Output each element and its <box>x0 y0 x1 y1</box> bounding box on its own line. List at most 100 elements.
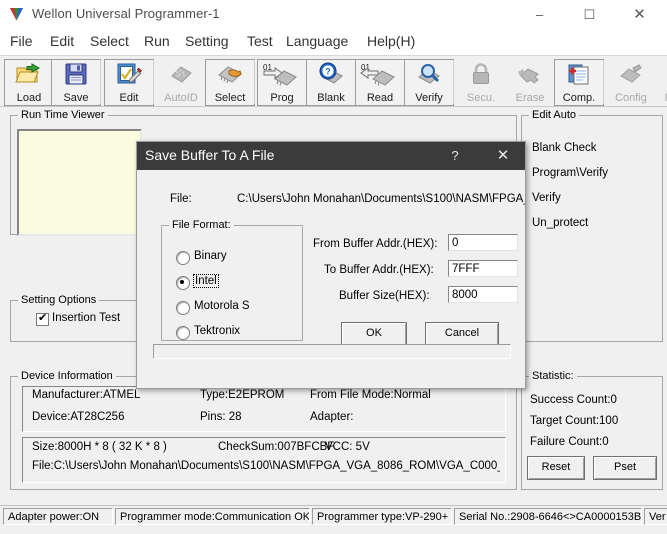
toolbar-button-save[interactable]: Save <box>51 59 101 106</box>
menu-item-select[interactable]: Select <box>88 33 131 49</box>
toolbar-button-blank[interactable]: ? Blank <box>306 59 356 106</box>
insertion-test-label: Insertion Test <box>52 312 121 324</box>
toolbar-button-clipped[interactable]: I <box>655 59 667 106</box>
toolbar-button-erase[interactable]: Erase <box>505 59 555 106</box>
file-format-title: File Format: <box>169 219 234 231</box>
toolbar-separator-4 <box>453 60 454 104</box>
edit-auto-group: Edit Auto Blank Check Program\Verify Ver… <box>521 109 663 342</box>
toolbar-button-prog[interactable]: 01 Prog <box>257 59 307 106</box>
menu-item-file[interactable]: File <box>8 33 35 49</box>
statistic-target-count: Target Count:100 <box>530 415 619 427</box>
wellon-logo-icon <box>9 7 24 22</box>
radio-label-intel[interactable]: Intel <box>193 274 219 288</box>
statistic-group: Statistic: Success Count:0 Target Count:… <box>521 370 663 490</box>
toolbar-label-config: Config <box>615 92 647 104</box>
toolbar-label-load: Load <box>16 92 42 104</box>
menu-bar: File Edit Select Run Setting Test Langua… <box>0 29 667 56</box>
device-information-title: Device Information <box>18 370 116 382</box>
edit-auto-item-program-verify[interactable]: Program\Verify <box>532 167 608 179</box>
dialog-file-value: C:\Users\John Monahan\Documents\S100\NAS… <box>237 193 525 205</box>
menu-item-help[interactable]: Help(H) <box>365 33 417 49</box>
from-buffer-addr-label: From Buffer Addr.(HEX): <box>313 238 438 250</box>
menu-item-language[interactable]: Language <box>284 33 350 49</box>
menu-item-setting[interactable]: Setting <box>183 33 231 49</box>
toolbar-label-verify: Verify <box>415 92 443 104</box>
device-file-path: File:C:\Users\John Monahan\Documents\S10… <box>32 460 500 472</box>
status-serial-no: Serial No.:2908-6646<>CA0000153B7FFF <box>454 508 642 525</box>
compare-documents-icon <box>555 62 603 88</box>
statistic-reset-button[interactable]: Reset <box>527 456 585 480</box>
status-version: Ver <box>644 508 667 525</box>
toolbar-button-verify[interactable]: Verify <box>404 59 454 106</box>
radio-label-binary[interactable]: Binary <box>194 250 227 262</box>
edit-auto-item-un-protect[interactable]: Un_protect <box>532 217 588 229</box>
to-buffer-addr-label: To Buffer Addr.(HEX): <box>324 264 434 276</box>
radio-binary[interactable] <box>176 251 190 265</box>
statistic-failure-count: Failure Count:0 <box>530 436 609 448</box>
edit-document-icon <box>105 62 153 88</box>
toolbar-label-save: Save <box>63 92 89 104</box>
statistic-success-count: Success Count:0 <box>530 394 617 406</box>
chip-erase-icon <box>506 62 554 88</box>
buffer-size-input[interactable]: 8000 <box>448 286 518 303</box>
chip-program-icon: 01 <box>258 62 306 88</box>
toolbar-label-read: Read <box>366 92 394 104</box>
device-manufacturer: Manufacturer:ATMEL <box>32 389 141 401</box>
toolbar-button-edit[interactable]: Edit <box>104 59 154 106</box>
toolbar-label-blank: Blank <box>317 92 345 104</box>
svg-text:?: ? <box>325 67 331 77</box>
to-buffer-addr-input[interactable]: 7FFF <box>448 260 518 277</box>
toolbar-button-secu[interactable]: Secu. <box>456 59 506 106</box>
edit-auto-title: Edit Auto <box>529 109 580 121</box>
chip-magnifier-icon <box>405 62 453 88</box>
device-name: Device:AT28C256 <box>32 411 125 423</box>
status-bar: Adapter power:ON Programmer mode:Communi… <box>0 505 667 527</box>
run-time-viewer-canvas[interactable] <box>17 129 142 236</box>
toolbar-label-select: Select <box>214 92 246 104</box>
maximize-button[interactable]: ☐ <box>567 0 612 29</box>
close-button[interactable]: ✕ <box>617 0 662 29</box>
toolbar-separator-5 <box>603 60 604 104</box>
run-time-viewer-title: Run Time Viewer <box>18 109 108 121</box>
statistic-reset-label: Reset <box>541 461 571 473</box>
radio-label-tektronix[interactable]: Tektronix <box>194 325 240 337</box>
help-icon[interactable]: ? <box>437 142 473 170</box>
statistic-title: Statistic: <box>529 370 577 382</box>
buffer-size-label: Buffer Size(HEX): <box>339 290 430 302</box>
device-pins: Pins: 28 <box>200 411 242 423</box>
toolbar-button-read[interactable]: 01 Read <box>355 59 405 106</box>
toolbar-label-clipped: I <box>664 92 667 104</box>
window-title: Wellon Universal Programmer-1 <box>32 6 220 21</box>
toolbar-separator-3 <box>254 60 255 104</box>
window-titlebar: Wellon Universal Programmer-1 – ☐ ✕ <box>0 0 667 30</box>
insertion-test-checkbox[interactable]: ✔ <box>36 312 49 326</box>
toolbar-button-comp[interactable]: Comp. <box>554 59 604 106</box>
dialog-progress-bar <box>153 344 511 359</box>
padlock-icon <box>457 62 505 88</box>
toolbar-label-erase: Erase <box>515 92 545 104</box>
toolbar-button-config[interactable]: Config <box>606 59 656 106</box>
toolbar-button-autoid[interactable]: AutoID <box>156 59 206 106</box>
toolbar-button-select[interactable]: Select <box>205 59 255 106</box>
radio-label-motorola-s[interactable]: Motorola S <box>194 300 250 312</box>
floppy-disk-icon <box>52 62 100 88</box>
close-icon[interactable]: ✕ <box>485 142 521 170</box>
toolbar: Load Save Edit AutoID Select 01 Prog ? B… <box>0 56 667 107</box>
device-vcc: VCC: 5V <box>325 441 370 453</box>
from-buffer-addr-input[interactable]: 0 <box>448 234 518 251</box>
radio-tektronix[interactable] <box>176 326 190 340</box>
edit-auto-item-blank-check[interactable]: Blank Check <box>532 142 597 154</box>
menu-item-edit[interactable]: Edit <box>48 33 76 49</box>
statistic-pset-button[interactable]: Pset <box>593 456 657 480</box>
dialog-file-label: File: <box>170 193 192 205</box>
menu-item-run[interactable]: Run <box>142 33 172 49</box>
statistic-pset-label: Pset <box>613 461 636 473</box>
menu-item-test[interactable]: Test <box>245 33 275 49</box>
device-type: Type:E2EPROM <box>200 389 285 401</box>
minimize-button[interactable]: – <box>517 0 562 29</box>
edit-auto-item-verify[interactable]: Verify <box>532 192 561 204</box>
toolbar-button-load[interactable]: Load <box>4 59 54 106</box>
radio-motorola-s[interactable] <box>176 301 190 315</box>
toolbar-label-prog: Prog <box>270 92 294 104</box>
radio-intel[interactable] <box>176 276 190 290</box>
